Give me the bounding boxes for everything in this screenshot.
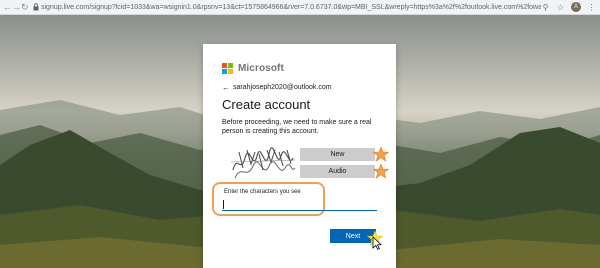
microsoft-logo: Microsoft (222, 63, 284, 74)
mouse-pointer-icon (372, 236, 382, 250)
account-email: sarahjoseph2020@outlook.com (233, 84, 332, 91)
arrow-left-icon[interactable]: ← (3, 1, 12, 14)
text-caret (223, 200, 224, 209)
back-arrow-icon[interactable]: ← (222, 83, 230, 92)
captcha-input[interactable] (222, 201, 377, 214)
reload-icon[interactable]: ↻ (21, 1, 29, 14)
brand-name: Microsoft (238, 63, 284, 74)
microsoft-logo-icon (222, 63, 233, 74)
address-bar[interactable]: signup.live.com/signup?lcid=1033&wa=wsig… (41, 2, 541, 13)
key-icon[interactable]: ⚲ (541, 3, 550, 12)
more-menu-icon[interactable]: ⋮ (587, 3, 596, 12)
profile-avatar[interactable]: A (571, 2, 581, 12)
captcha-image (230, 147, 296, 179)
arrow-right-icon[interactable]: → (12, 1, 21, 14)
browser-toolbar: ← → ↻ signup.live.com/signup?lcid=1033&w… (0, 0, 600, 15)
lock-icon[interactable] (33, 1, 39, 14)
captcha-input-wrapper (222, 197, 377, 214)
star-highlight-icon (373, 146, 389, 162)
star-highlight-icon (373, 163, 389, 179)
captcha-input-label: Enter the characters you see (224, 189, 301, 195)
captcha-new-button[interactable]: New (300, 148, 375, 161)
page-description: Before proceeding, we need to make sure … (222, 119, 372, 135)
back-email-row[interactable]: ← sarahjoseph2020@outlook.com (222, 83, 332, 92)
captcha-audio-button[interactable]: Audio (300, 165, 375, 178)
page-title: Create account (222, 97, 311, 112)
bookmark-star-icon[interactable]: ☆ (556, 3, 565, 12)
